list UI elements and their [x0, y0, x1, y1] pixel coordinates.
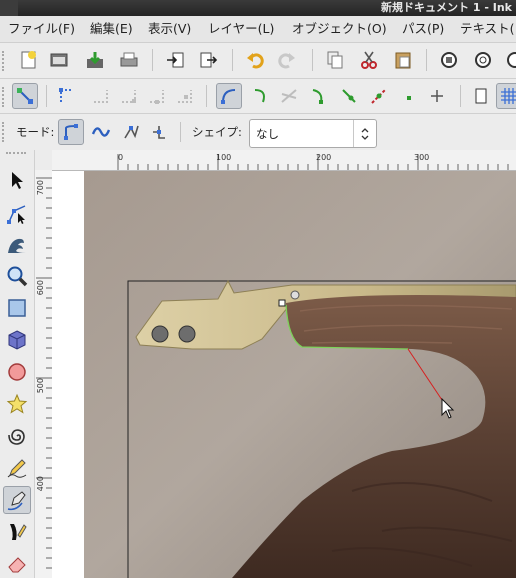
menu-layer[interactable]: レイヤー(L)	[208, 20, 274, 38]
mode-label: モード:	[16, 125, 55, 139]
snap-bbox-icon[interactable]	[54, 83, 80, 109]
vertical-ruler: 700 600 500 400	[34, 170, 53, 578]
rectangle-tool-icon[interactable]	[3, 294, 31, 322]
import-icon[interactable]	[162, 47, 188, 73]
mode-paraxial-icon[interactable]	[146, 119, 172, 145]
toolbox	[0, 150, 35, 578]
toolbar-grip[interactable]	[2, 51, 8, 71]
vruler-label: 600	[36, 280, 45, 296]
mode-polyline-icon[interactable]	[118, 119, 144, 145]
shape-label: シェイプ:	[192, 125, 242, 139]
menu-path[interactable]: パス(P)	[402, 20, 444, 38]
shape-select-value: なし	[256, 127, 279, 141]
snap-bbox-center-icon[interactable]	[172, 83, 198, 109]
copy-icon[interactable]	[322, 47, 348, 73]
window-title: 新規ドキュメント 1 - Ink	[381, 1, 512, 14]
chevron-updown-icon	[353, 120, 376, 147]
hruler-label: 300	[414, 153, 430, 162]
snap-bbox-edge-icon[interactable]	[88, 83, 114, 109]
node-tool-icon[interactable]	[3, 200, 31, 228]
snap-path-icon[interactable]	[248, 83, 274, 109]
save-icon[interactable]	[82, 47, 108, 73]
star-tool-icon[interactable]	[3, 390, 31, 418]
new-document-icon[interactable]	[16, 47, 42, 73]
snap-bbox-midpoint-icon[interactable]	[144, 83, 170, 109]
snap-intersection-icon[interactable]	[276, 83, 302, 109]
vruler-label: 400	[36, 476, 45, 492]
canvas-drawing	[84, 171, 516, 578]
title-bar: 新規ドキュメント 1 - Ink	[0, 0, 516, 16]
export-icon[interactable]	[196, 47, 222, 73]
toolbar-grip[interactable]	[2, 87, 8, 107]
shape-select[interactable]: なし	[249, 119, 377, 148]
mode-bezier-icon[interactable]	[58, 119, 84, 145]
snap-nodes-icon[interactable]	[216, 83, 242, 109]
calligraphy-tool-icon[interactable]	[3, 518, 31, 546]
snap-toolbar	[0, 79, 516, 114]
paste-icon[interactable]	[390, 47, 416, 73]
zoom-selection-icon[interactable]	[436, 47, 462, 73]
snap-toggle-icon[interactable]	[12, 83, 38, 109]
mode-spiro-icon[interactable]	[88, 119, 114, 145]
pencil-tool-icon[interactable]	[3, 454, 31, 482]
zoom-drawing-icon[interactable]	[470, 47, 496, 73]
snap-rotation-center-icon[interactable]	[424, 83, 450, 109]
path-node	[278, 299, 286, 307]
hruler-label: 200	[316, 153, 332, 162]
zoom-page-icon[interactable]	[500, 47, 516, 73]
selector-tool-icon[interactable]	[3, 166, 31, 194]
zoom-tool-icon[interactable]	[3, 262, 31, 290]
redo-icon[interactable]	[274, 47, 300, 73]
canvas[interactable]	[52, 171, 516, 578]
vruler-label: 500	[36, 378, 45, 394]
undo-icon[interactable]	[242, 47, 268, 73]
horizontal-ruler: 0 100 200 300	[52, 150, 516, 171]
hruler-label: 100	[216, 153, 232, 162]
box3d-tool-icon[interactable]	[3, 326, 31, 354]
snap-smooth-icon[interactable]	[336, 83, 362, 109]
snap-cusp-icon[interactable]	[306, 83, 332, 109]
window-controls[interactable]	[0, 0, 18, 16]
tweak-tool-icon[interactable]	[3, 230, 31, 258]
snap-bbox-corner-icon[interactable]	[116, 83, 142, 109]
menu-view[interactable]: 表示(V)	[148, 20, 191, 38]
bezier-pen-tool-icon[interactable]	[3, 486, 31, 514]
eraser-tool-icon[interactable]	[3, 550, 31, 578]
commands-toolbar	[0, 43, 516, 79]
open-icon[interactable]	[46, 47, 72, 73]
menu-bar: ファイル(F) 編集(E) 表示(V) レイヤー(L) オブジェクト(O) パス…	[0, 16, 516, 43]
vruler-label: 700	[36, 180, 45, 196]
snap-grid-icon[interactable]	[496, 83, 516, 109]
cut-icon[interactable]	[356, 47, 382, 73]
spiral-tool-icon[interactable]	[3, 422, 31, 450]
toolbar-grip[interactable]	[2, 122, 8, 142]
menu-file[interactable]: ファイル(F)	[8, 20, 75, 38]
hruler-label: 0	[118, 153, 124, 162]
snap-page-icon[interactable]	[468, 83, 494, 109]
menu-text[interactable]: テキスト(	[460, 20, 515, 38]
snap-line-midpoint-icon[interactable]	[366, 83, 392, 109]
snap-object-center-icon[interactable]	[396, 83, 422, 109]
menu-edit[interactable]: 編集(E)	[90, 20, 133, 38]
menu-object[interactable]: オブジェクト(O)	[292, 20, 387, 38]
print-icon[interactable]	[116, 47, 142, 73]
ellipse-tool-icon[interactable]	[3, 358, 31, 386]
